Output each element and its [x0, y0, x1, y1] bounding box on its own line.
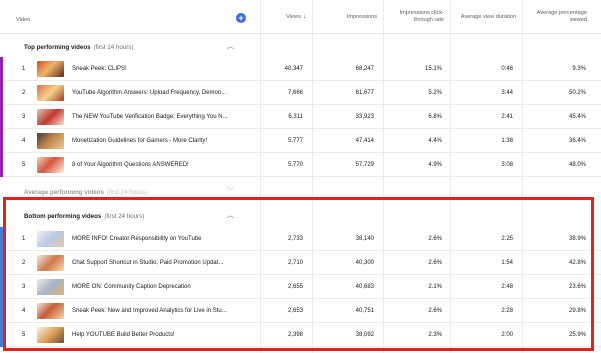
- table-row[interactable]: 2 YouTube Algorithm Answers: Upload Frequ…: [0, 81, 601, 105]
- row-accent-bar: [0, 129, 3, 153]
- views-value: 5,777: [287, 138, 303, 144]
- views-value: 5,770: [287, 162, 303, 168]
- impressions-value: 47,414: [355, 138, 374, 144]
- video-title-link[interactable]: Sneak Peek: CLIPS!: [72, 57, 240, 81]
- section-title: Average performing videos: [24, 188, 104, 196]
- avd-value: 3:44: [501, 90, 513, 96]
- rank-number: 3: [22, 114, 26, 120]
- apv-value: 45.4%: [568, 114, 586, 120]
- views-value: 40,347: [284, 66, 303, 72]
- views-column-header[interactable]: Views ↓: [262, 0, 312, 34]
- highlight-box: [3, 197, 594, 351]
- impressions-value: 61,677: [355, 90, 374, 96]
- rank-number: 5: [22, 162, 26, 168]
- section-subtitle: (first 24 hours): [106, 188, 147, 196]
- row-accent-bar: [0, 57, 3, 81]
- apv-value: 50.2%: [568, 90, 586, 96]
- row-accent-bar: [0, 153, 3, 177]
- views-value: 6,311: [288, 114, 303, 120]
- rank-number: 2: [22, 90, 26, 96]
- video-thumbnail[interactable]: [37, 61, 64, 77]
- video-title-link[interactable]: The NEW YouTube Verification Badge: Ever…: [72, 105, 240, 129]
- table-row[interactable]: 5 8 of Your Algorithm Questions ANSWERED!…: [0, 153, 601, 177]
- ctr-value: 6.8%: [428, 114, 442, 120]
- avd-value: 1:38: [501, 138, 513, 144]
- arrow-down-icon: ↓: [303, 13, 306, 20]
- avd-value: 0:46: [501, 66, 513, 72]
- impressions-value: 68,247: [355, 66, 374, 72]
- ctr-column-header[interactable]: Impressions click-through rate: [385, 0, 450, 34]
- impressions-value: 33,923: [355, 114, 374, 120]
- avd-column-header[interactable]: Average view duration: [452, 0, 522, 34]
- views-value: 7,666: [287, 90, 303, 96]
- video-thumbnail[interactable]: [37, 85, 64, 101]
- video-title-link[interactable]: YouTube Algorithm Answers: Upload Freque…: [72, 81, 240, 105]
- apv-value: 36.4%: [568, 138, 586, 144]
- row-accent-bar: [0, 105, 3, 129]
- ctr-value: 4.4%: [428, 138, 442, 144]
- apv-value: 9.3%: [572, 66, 586, 72]
- ctr-value: 15.1%: [424, 66, 442, 72]
- rank-number: 4: [22, 138, 26, 144]
- video-column-header[interactable]: Video: [16, 5, 36, 35]
- top-performing-section-header[interactable]: Top performing videos (first 24 hours): [24, 36, 133, 58]
- apv-value: 48.0%: [568, 162, 586, 168]
- section-title: Top performing videos: [24, 43, 91, 51]
- video-title-link[interactable]: 8 of Your Algorithm Questions ANSWERED!: [72, 153, 240, 177]
- video-title-link[interactable]: Monetization Guidelines for Gamers - Mor…: [72, 129, 240, 153]
- avd-value: 3:08: [501, 162, 513, 168]
- video-thumbnail[interactable]: [37, 109, 64, 125]
- views-label: Views: [286, 13, 301, 20]
- ctr-value: 4.9%: [428, 162, 442, 168]
- impressions-value: 57,729: [355, 162, 374, 168]
- add-column-plus-icon[interactable]: +: [236, 13, 246, 23]
- table-header: Video + Views ↓ Impressions Impressions …: [0, 0, 601, 34]
- video-thumbnail[interactable]: [37, 157, 64, 173]
- table-row[interactable]: 4 Monetization Guidelines for Gamers - Mo…: [0, 129, 601, 153]
- section-subtitle: (first 24 hours): [93, 43, 134, 51]
- impressions-column-header[interactable]: Impressions: [314, 0, 383, 34]
- apv-column-header[interactable]: Average percentage viewed: [524, 0, 601, 34]
- ctr-value: 5.2%: [428, 90, 442, 96]
- avd-value: 2:41: [501, 114, 513, 120]
- chevron-up-icon[interactable]: ︿: [227, 41, 234, 51]
- video-thumbnail[interactable]: [37, 133, 64, 149]
- rank-number: 1: [22, 66, 26, 72]
- chevron-down-icon[interactable]: ﹀: [227, 186, 234, 196]
- row-accent-bar: [0, 81, 3, 105]
- table-row[interactable]: 3 The NEW YouTube Verification Badge: Eve…: [0, 105, 601, 129]
- table-row[interactable]: 1 Sneak Peek: CLIPS! 40,347 68,247 15.1% 0:46…: [0, 57, 601, 81]
